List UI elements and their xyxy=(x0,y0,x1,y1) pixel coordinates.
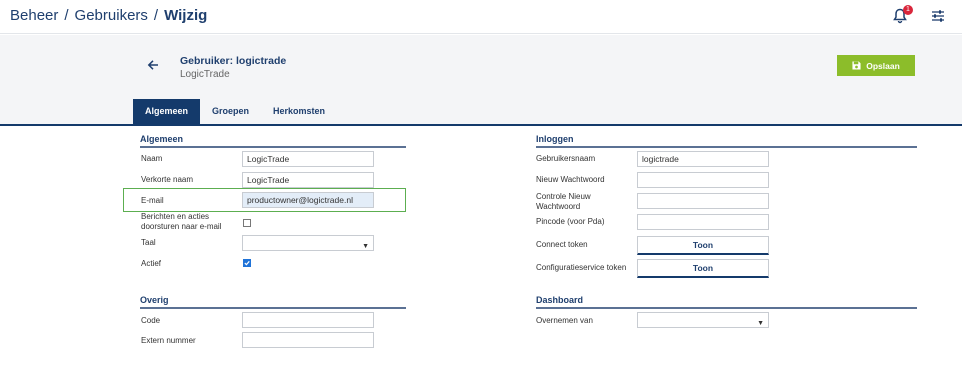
code-input[interactable] xyxy=(242,312,374,328)
extern-nummer-input[interactable] xyxy=(242,332,374,348)
extern-nummer-label: Extern nummer xyxy=(141,336,196,345)
breadcrumb-separator: / xyxy=(64,7,69,24)
breadcrumb-beheer[interactable]: Beheer xyxy=(10,7,58,24)
save-button-label: Opslaan xyxy=(866,60,900,71)
taal-label: Taal xyxy=(141,238,156,247)
floppy-disk-icon xyxy=(852,61,861,70)
tab-underline xyxy=(0,124,962,126)
section-divider xyxy=(140,307,406,309)
overnemen-label: Overnemen van xyxy=(536,316,593,325)
pincode-label: Pincode (voor Pda) xyxy=(536,217,605,226)
verkorte-naam-input[interactable]: LogicTrade xyxy=(242,172,374,188)
berichten-label-line2: doorsturen naar e-mail xyxy=(141,222,222,231)
email-input[interactable]: productowner@logictrade.nl xyxy=(242,192,374,208)
breadcrumb: Beheer / Gebruikers / Wijzig xyxy=(10,7,207,24)
berichten-label-line1: Berichten en acties xyxy=(141,212,210,221)
breadcrumb-current: Wijzig xyxy=(164,7,208,24)
email-label: E-mail xyxy=(141,196,164,205)
section-divider xyxy=(536,146,917,148)
actief-label: Actief xyxy=(141,259,162,268)
breadcrumb-separator: / xyxy=(153,7,159,24)
top-bar: Beheer / Gebruikers / Wijzig 1 xyxy=(0,0,962,34)
code-label: Code xyxy=(141,316,161,325)
connect-token-button[interactable]: Toon xyxy=(637,236,769,255)
arrow-left-icon[interactable] xyxy=(147,59,159,71)
section-divider xyxy=(140,146,406,148)
tab-algemeen[interactable]: Algemeen xyxy=(133,99,201,124)
naam-label: Naam xyxy=(141,154,163,163)
page-title: Gebruiker: logictrade xyxy=(180,55,287,67)
tab-herkomsten[interactable]: Herkomsten xyxy=(261,99,337,124)
tab-groepen[interactable]: Groepen xyxy=(200,99,261,124)
nieuw-wachtwoord-input[interactable] xyxy=(637,172,769,188)
controle-wachtwoord-label-line1: Controle Nieuw xyxy=(536,192,591,201)
caret-down-icon: ▼ xyxy=(362,243,369,250)
section-divider xyxy=(536,307,917,309)
section-title-overig: Overig xyxy=(140,295,169,305)
config-token-button[interactable]: Toon xyxy=(637,259,769,278)
overnemen-select[interactable]: ▼ xyxy=(637,312,769,328)
controle-wachtwoord-input[interactable] xyxy=(637,193,769,209)
tab-bar: Algemeen Groepen Herkomsten xyxy=(133,99,337,124)
breadcrumb-gebruikers[interactable]: Gebruikers xyxy=(75,7,148,24)
section-title-inloggen: Inloggen xyxy=(536,134,574,144)
save-button[interactable]: Opslaan xyxy=(837,55,915,76)
naam-input[interactable]: LogicTrade xyxy=(242,151,374,167)
caret-down-icon: ▼ xyxy=(757,320,764,327)
berichten-checkbox[interactable] xyxy=(243,219,251,227)
nieuw-wachtwoord-label: Nieuw Wachtwoord xyxy=(536,175,605,184)
page-subtitle: LogicTrade xyxy=(180,69,230,80)
pincode-input[interactable] xyxy=(637,214,769,230)
notification-badge: 1 xyxy=(903,5,913,15)
section-title-dashboard: Dashboard xyxy=(536,295,584,305)
connect-token-label: Connect token xyxy=(536,240,588,249)
gebruikersnaam-label: Gebruikersnaam xyxy=(536,154,596,163)
config-token-label: Configuratieservice token xyxy=(536,263,627,272)
actief-checkbox[interactable] xyxy=(243,259,251,267)
taal-select[interactable]: ▼ xyxy=(242,235,374,251)
controle-wachtwoord-label-line2: Wachtwoord xyxy=(536,202,581,211)
section-title-algemeen: Algemeen xyxy=(140,134,184,144)
check-icon xyxy=(244,260,250,266)
verkorte-naam-label: Verkorte naam xyxy=(141,175,194,184)
gebruikersnaam-input[interactable]: logictrade xyxy=(637,151,769,167)
sliders-icon[interactable] xyxy=(931,9,945,23)
